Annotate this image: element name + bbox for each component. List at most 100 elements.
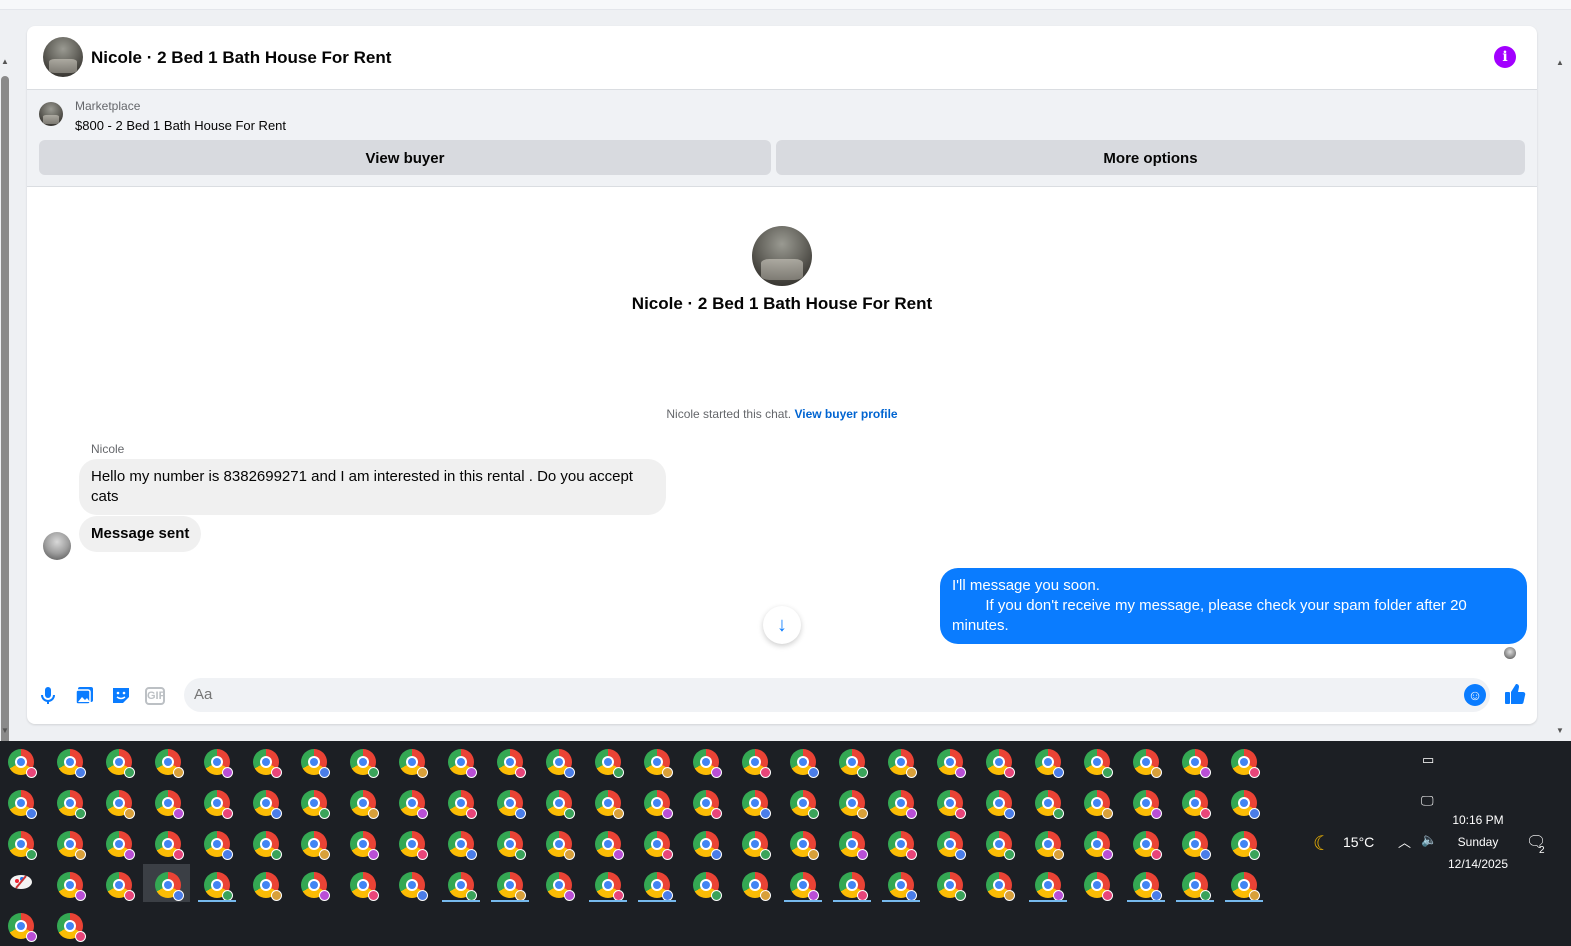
chrome-profile-icon[interactable] [448,872,478,901]
chrome-profile-icon[interactable] [8,749,37,778]
message-input[interactable] [184,678,1490,712]
chrome-profile-icon[interactable] [154,749,184,778]
chrome-profile-icon[interactable] [301,790,331,819]
scroll-up-arrow-icon[interactable]: ▲ [1,58,9,66]
chrome-profile-icon[interactable] [1230,749,1260,778]
chrome-profile-icon[interactable] [594,831,624,860]
chrome-profile-icon[interactable] [399,749,429,778]
chrome-profile-icon[interactable] [1083,831,1113,860]
chrome-profile-icon[interactable] [1181,749,1211,778]
scroll-down-arrow-icon[interactable]: ▼ [1,726,9,735]
chrome-profile-icon[interactable] [937,749,967,778]
microphone-icon[interactable] [37,684,59,706]
chrome-profile-icon[interactable] [594,790,624,819]
chrome-profile-icon[interactable] [8,790,37,819]
view-buyer-profile-link[interactable]: View buyer profile [794,407,897,421]
chrome-profile-icon[interactable] [1181,831,1211,860]
chrome-profile-icon[interactable] [1230,872,1260,901]
chrome-profile-icon[interactable] [448,790,478,819]
chrome-profile-icon[interactable] [56,790,86,819]
chrome-profile-icon[interactable] [1034,790,1064,819]
chrome-profile-icon[interactable] [790,749,820,778]
chrome-profile-icon[interactable] [203,831,233,860]
chrome-profile-icon[interactable] [937,872,967,901]
chrome-profile-icon[interactable] [986,790,1015,819]
chrome-profile-icon[interactable] [252,872,282,901]
more-options-button[interactable]: More options [776,140,1525,175]
chrome-profile-icon[interactable] [888,872,918,901]
chrome-profile-icon[interactable] [741,831,771,860]
chrome-profile-icon[interactable] [448,831,478,860]
chrome-profile-icon[interactable] [692,831,722,860]
chrome-profile-icon[interactable] [497,749,526,778]
chrome-profile-icon[interactable] [1132,790,1162,819]
temperature-text[interactable]: 15°C [1343,834,1374,850]
sticker-icon[interactable] [110,684,132,706]
chrome-profile-icon[interactable] [594,749,624,778]
chrome-profile-icon[interactable] [56,831,86,860]
chrome-profile-icon[interactable] [1034,872,1064,901]
scrollbar-thumb[interactable] [1,76,9,748]
chrome-profile-icon[interactable] [839,831,869,860]
chrome-profile-icon[interactable] [252,831,282,860]
chrome-profile-icon[interactable] [105,749,135,778]
meet-now-icon[interactable]: ▭ [1422,752,1434,768]
chrome-profile-icon[interactable] [497,790,526,819]
scroll-down-arrow-icon[interactable]: ▼ [1556,726,1564,735]
chrome-profile-icon[interactable] [888,831,918,860]
chevron-up-icon[interactable]: ︿ [1398,832,1411,851]
chrome-profile-icon[interactable] [790,790,820,819]
chrome-profile-icon[interactable] [839,790,869,819]
scroll-up-arrow-icon[interactable]: ▲ [1556,58,1564,67]
listing-avatar[interactable] [43,37,83,77]
chrome-profile-icon[interactable] [937,831,967,860]
chrome-profile-icon[interactable] [350,831,380,860]
chrome-profile-icon[interactable] [643,790,673,819]
view-buyer-button[interactable]: View buyer [39,140,771,175]
chrome-profile-icon[interactable] [1083,790,1113,819]
chrome-profile-icon[interactable] [692,790,722,819]
chrome-profile-icon[interactable] [399,831,429,860]
chrome-profile-icon[interactable] [350,790,380,819]
right-scrollbar[interactable]: ▲ ▼ [1555,58,1567,738]
chrome-profile-icon[interactable] [301,831,331,860]
chrome-profile-icon[interactable] [56,749,86,778]
chrome-profile-icon[interactable] [154,790,184,819]
moon-weather-icon[interactable]: ☾ [1313,831,1331,856]
chrome-profile-icon[interactable] [252,749,282,778]
chrome-profile-icon[interactable] [105,831,135,860]
chrome-profile-icon[interactable] [741,872,771,901]
chrome-profile-icon[interactable] [1132,872,1162,901]
chrome-profile-icon[interactable] [399,872,429,901]
chrome-profile-icon[interactable] [1083,872,1113,901]
chrome-profile-icon[interactable] [1230,790,1260,819]
emoji-icon[interactable]: ☺ [1464,684,1486,706]
chrome-profile-icon[interactable] [448,749,478,778]
chrome-profile-icon[interactable] [203,872,233,901]
scroll-to-bottom-button[interactable]: ↓ [763,606,801,644]
paint-app-icon[interactable] [8,873,34,893]
gif-icon[interactable]: GIF [145,687,165,705]
chrome-profile-icon[interactable] [56,913,86,942]
chrome-profile-icon[interactable] [350,749,380,778]
chrome-profile-icon[interactable] [545,831,575,860]
chrome-profile-icon[interactable] [1132,831,1162,860]
info-icon[interactable]: i [1494,46,1516,68]
incoming-message[interactable]: Hello my number is 8382699271 and I am i… [79,459,666,515]
chrome-profile-icon[interactable] [741,790,771,819]
chrome-profile-icon[interactable] [643,872,673,901]
chrome-profile-icon[interactable] [1083,749,1113,778]
chrome-profile-icon[interactable] [643,749,673,778]
clock-date[interactable]: 12/14/2025 [1443,857,1513,871]
chrome-profile-icon[interactable] [203,790,233,819]
chrome-profile-icon[interactable] [8,831,37,860]
chrome-profile-icon[interactable] [1181,790,1211,819]
chrome-profile-icon[interactable] [545,872,575,901]
chrome-profile-icon[interactable] [545,749,575,778]
chrome-profile-icon[interactable] [545,790,575,819]
chrome-profile-icon[interactable] [497,831,526,860]
chrome-profile-icon[interactable] [301,749,331,778]
chrome-profile-icon[interactable] [692,749,722,778]
clock-day[interactable]: Sunday [1448,835,1508,849]
chrome-profile-icon[interactable] [790,831,820,860]
